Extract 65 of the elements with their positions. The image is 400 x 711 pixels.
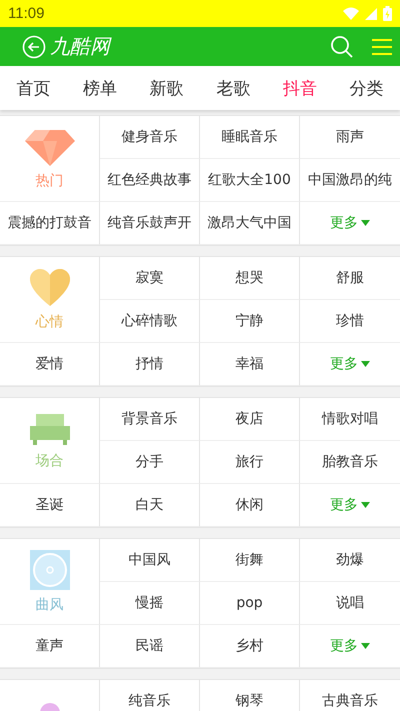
tag-link[interactable]: 红歌大全100: [208, 171, 291, 189]
tag-link[interactable]: 胎教音乐: [322, 453, 378, 471]
tag-link[interactable]: 乡村: [236, 637, 264, 655]
tag-link[interactable]: 旅行: [236, 453, 264, 471]
caret-icon: [361, 220, 370, 226]
tag-link[interactable]: 震撼的打鼓音: [8, 214, 92, 232]
tag-link[interactable]: 珍惜: [336, 312, 364, 330]
tag-link[interactable]: 劲爆: [336, 551, 364, 569]
tag-link[interactable]: 纯音乐鼓声开: [108, 214, 192, 232]
wifi-icon: [343, 7, 359, 20]
tag-link[interactable]: pop: [236, 595, 263, 611]
tag-link[interactable]: 情歌对唱: [322, 410, 378, 428]
tag-link[interactable]: 寂寞: [136, 269, 164, 287]
sofa-icon: [30, 412, 70, 446]
caret-icon: [361, 502, 370, 508]
tag-link[interactable]: 中国风: [128, 551, 170, 569]
tag-link[interactable]: 睡眠音乐: [222, 128, 278, 146]
tag-link[interactable]: 幸福: [236, 355, 264, 373]
tag-link[interactable]: 白天: [136, 496, 164, 514]
tag-link[interactable]: 休闲: [236, 496, 264, 514]
app-title: 九酷网: [50, 33, 113, 60]
tag-link[interactable]: 夜店: [236, 410, 264, 428]
tag-link[interactable]: 爱情: [36, 355, 64, 373]
tag-link[interactable]: 健身音乐: [122, 128, 178, 146]
heart-icon: [30, 268, 70, 306]
nav-tab[interactable]: 首页: [14, 72, 52, 104]
caret-icon: [361, 361, 370, 367]
nav-tab[interactable]: 分类: [348, 72, 386, 104]
tag-link[interactable]: 钢琴: [236, 692, 264, 710]
nav-tab[interactable]: 老歌: [214, 72, 252, 104]
tag-link[interactable]: 宁静: [236, 312, 264, 330]
nav-tab[interactable]: 榜单: [80, 72, 119, 104]
nav-tab[interactable]: 抖音: [280, 72, 319, 104]
tag-link[interactable]: 心碎情歌: [122, 312, 178, 330]
tag-link[interactable]: 中国激昂的纯: [308, 171, 392, 189]
tag-link[interactable]: 抒情: [136, 355, 164, 373]
tag-link[interactable]: 民谣: [136, 637, 164, 655]
tag-link[interactable]: 古典音乐: [322, 692, 378, 710]
tag-link[interactable]: 慢摇: [136, 594, 164, 612]
diamond-icon: [24, 128, 74, 166]
tag-link[interactable]: 想哭: [236, 269, 264, 287]
tag-link[interactable]: 童声: [36, 637, 64, 655]
tag-link[interactable]: 舒服: [336, 269, 364, 287]
category-label: 热门: [36, 172, 64, 190]
category-label: 曲风: [36, 596, 64, 614]
nav-tab[interactable]: 新歌: [148, 72, 186, 104]
tag-link[interactable]: 背景音乐: [122, 410, 178, 428]
disc-icon: [30, 550, 70, 590]
tag-link[interactable]: 街舞: [236, 551, 264, 569]
status-time: 11:09: [8, 5, 44, 22]
tag-link[interactable]: 激昂大气中国: [208, 214, 292, 232]
signal-icon: [365, 8, 377, 20]
tag-link[interactable]: 分手: [136, 453, 164, 471]
tag-link[interactable]: 纯音乐: [128, 692, 170, 710]
tag-link[interactable]: 说唱: [336, 594, 364, 612]
tag-link[interactable]: 雨声: [336, 128, 364, 146]
tag-link[interactable]: 圣诞: [36, 496, 64, 514]
battery-icon: [383, 6, 392, 21]
category-label: 心情: [36, 312, 64, 330]
tag-link[interactable]: 红色经典故事: [108, 171, 192, 189]
caret-icon: [361, 643, 370, 649]
category-label: 场合: [36, 452, 64, 470]
menu-button[interactable]: [372, 36, 392, 56]
search-button[interactable]: [330, 34, 354, 58]
back-button[interactable]: [22, 34, 46, 58]
